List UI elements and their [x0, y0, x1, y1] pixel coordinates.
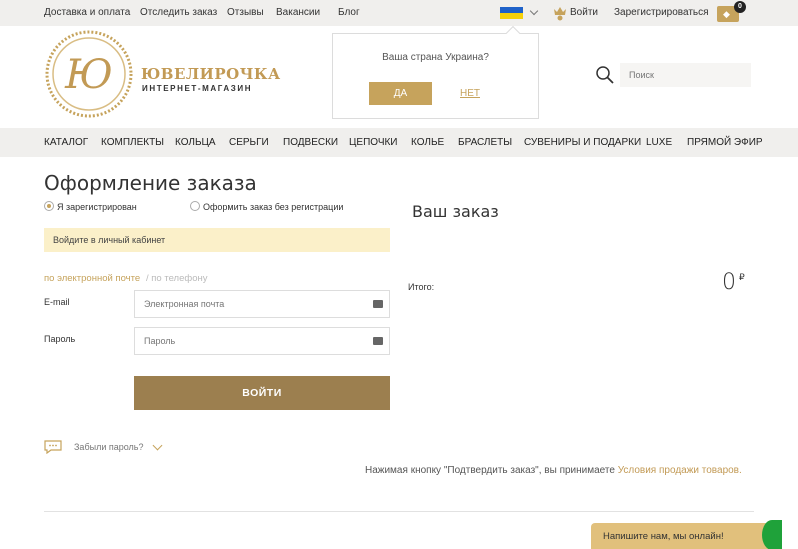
divider [44, 511, 754, 512]
radio-guest[interactable] [190, 201, 200, 211]
register-link[interactable]: Зарегистрироваться [614, 7, 709, 18]
nav-item-pendants[interactable]: ПОДВЕСКИ [283, 137, 338, 148]
brand-name[interactable]: ЮВЕЛИРОЧКА [141, 65, 281, 83]
nav-item-bracelets[interactable]: БРАСЛЕТЫ [458, 137, 512, 148]
nav-item-luxe[interactable]: LUXE [646, 137, 672, 148]
search-icon[interactable] [593, 63, 618, 87]
speech-bubble-icon[interactable] [44, 440, 62, 454]
login-notice: Войдите в личный кабинет [44, 228, 390, 252]
top-bar: Доставка и оплата Отследить заказ Отзывы… [0, 0, 798, 26]
top-link-vacancies[interactable]: Вакансии [276, 7, 320, 18]
country-question: Ваша страна Украина? [382, 52, 489, 63]
total-label: Итого: [408, 282, 435, 292]
email-label: E-mail [44, 297, 70, 307]
top-link-reviews[interactable]: Отзывы [227, 7, 264, 18]
nav-item-rings[interactable]: КОЛЬЦА [175, 137, 216, 148]
cart-count-badge: 0 [734, 1, 746, 13]
chevron-down-icon[interactable] [529, 6, 539, 16]
country-confirm-popup: Ваша страна Украина? ДА НЕТ [332, 25, 539, 119]
currency-symbol: ₽ [739, 272, 745, 282]
popup-pointer [505, 25, 521, 41]
ukraine-flag-icon[interactable] [500, 7, 523, 19]
nav-item-chains[interactable]: ЦЕПОЧКИ [349, 137, 398, 148]
radio-registered-label[interactable]: Я зарегистрирован [57, 202, 137, 212]
top-link-track-order[interactable]: Отследить заказ [140, 7, 217, 18]
terms-link[interactable]: Условия продажи товаров. [618, 465, 742, 476]
terms-prefix: Нажимая кнопку "Подтвердить заказ", вы п… [365, 465, 618, 476]
login-link[interactable]: Войти [570, 7, 598, 18]
login-button[interactable]: ВОЙТИ [134, 376, 390, 410]
chat-widget-label[interactable]: Напишите нам, мы онлайн! [603, 531, 724, 542]
top-link-delivery[interactable]: Доставка и оплата [44, 7, 130, 18]
top-link-blog[interactable]: Блог [338, 7, 360, 18]
nav-item-catalog[interactable]: КАТАЛОГ [44, 137, 88, 148]
terms-text: Нажимая кнопку "Подтвердить заказ", вы п… [365, 465, 742, 476]
logo-emblem[interactable]: Ю [44, 30, 134, 118]
login-mode-phone[interactable]: / по телефону [146, 273, 207, 284]
autofill-key-icon[interactable] [373, 337, 383, 345]
password-label: Пароль [44, 334, 76, 344]
page-title: Оформление заказа [44, 171, 257, 195]
brand-subtitle: ИНТЕРНЕТ-МАГАЗИН [142, 84, 253, 93]
autofill-key-icon[interactable] [373, 300, 383, 308]
nav-item-sets[interactable]: КОМПЛЕКТЫ [101, 137, 164, 148]
password-field[interactable] [134, 327, 390, 355]
chat-status-indicator[interactable] [762, 520, 782, 549]
chat-widget[interactable]: Напишите нам, мы онлайн! [591, 523, 779, 549]
search-input[interactable] [620, 63, 751, 87]
chevron-down-icon[interactable] [152, 440, 163, 451]
country-yes-button[interactable]: ДА [369, 82, 432, 105]
main-nav: КАТАЛОГ КОМПЛЕКТЫ КОЛЬЦА СЕРЬГИ ПОДВЕСКИ… [0, 128, 798, 157]
total-value: 0 [722, 270, 736, 295]
radio-guest-label[interactable]: Оформить заказ без регистрации [203, 202, 343, 212]
country-no-link[interactable]: НЕТ [460, 88, 480, 99]
forgot-password-link[interactable]: Забыли пароль? [74, 442, 143, 452]
user-crown-icon[interactable] [552, 4, 568, 21]
login-mode-email[interactable]: по электронной почте [44, 273, 140, 284]
nav-item-souvenirs[interactable]: СУВЕНИРЫ И ПОДАРКИ [524, 137, 641, 148]
nav-item-earrings[interactable]: СЕРЬГИ [229, 137, 269, 148]
radio-registered[interactable] [44, 201, 54, 211]
email-field[interactable] [134, 290, 390, 318]
order-title: Ваш заказ [412, 202, 499, 221]
svg-text:Ю: Ю [64, 52, 113, 98]
nav-item-necklaces[interactable]: КОЛЬЕ [411, 137, 444, 148]
nav-item-live[interactable]: ПРЯМОЙ ЭФИР [687, 137, 763, 148]
diamond-icon: ◆ [723, 9, 730, 19]
